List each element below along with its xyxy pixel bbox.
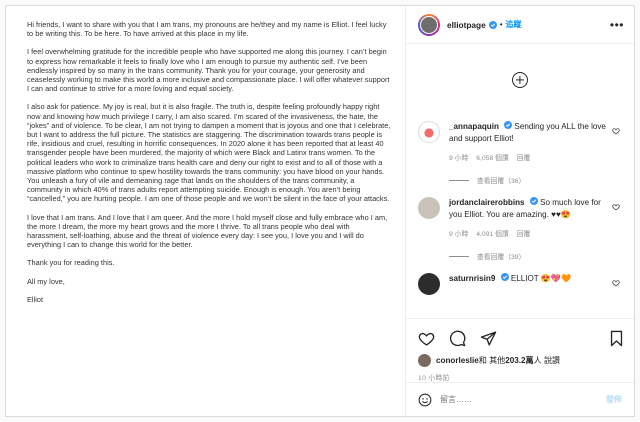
heart-icon[interactable]	[612, 279, 620, 287]
plus-circle-icon[interactable]	[512, 72, 528, 88]
verified-badge-icon	[500, 273, 509, 281]
likes-count[interactable]: 203.2萬	[505, 355, 533, 366]
post-header: elliotpage • 追蹤 •••	[406, 6, 634, 44]
emoji-icon[interactable]	[418, 393, 432, 407]
replies-divider	[449, 255, 469, 257]
comment-username[interactable]: jordanclairerobbins	[449, 198, 525, 207]
comment-time[interactable]: 9 小時	[449, 228, 468, 238]
view-replies-button[interactable]: 查看回覆（39）	[449, 251, 614, 261]
letter-paragraph: I feel overwhelming gratitude for the in…	[27, 47, 390, 94]
comment-text: jordanclairerobbins So much love for you…	[449, 197, 614, 220]
post-modal: Hi friends, I want to share with you tha…	[5, 5, 635, 417]
comment-text: _annapaquin Sending you ALL the love and…	[449, 121, 614, 144]
verified-badge-icon	[488, 20, 497, 29]
comment-input[interactable]	[440, 395, 606, 404]
letter-paragraph: All my love,	[27, 276, 65, 286]
post-comment-button[interactable]: 發佈	[606, 394, 622, 405]
letter-paragraph: Hi friends, I want to share with you tha…	[27, 20, 387, 39]
view-replies-label: 查看回覆（39）	[477, 254, 526, 261]
follow-button[interactable]: 追蹤	[506, 19, 522, 30]
more-options-icon[interactable]: •••	[610, 18, 624, 32]
comment-body: ELLIOT 😍💖🧡	[510, 274, 572, 283]
comment-bubble-icon[interactable]	[449, 330, 466, 347]
post-actions: conorleslie 和 其他 203.2萬 人 說讚 10 小時前	[406, 318, 634, 382]
commenter-avatar[interactable]	[418, 121, 440, 143]
comment-item: _annapaquin Sending you ALL the love and…	[418, 121, 622, 185]
comment-item: saturnrisin9 ELLIOT 😍💖🧡	[418, 273, 622, 295]
comment-likes[interactable]: 6,058 個讚	[476, 152, 509, 162]
commenter-avatar[interactable]	[418, 273, 440, 295]
author-avatar[interactable]	[418, 13, 440, 36]
post-image-letter: Hi friends, I want to share with you tha…	[6, 6, 406, 416]
post-side-panel: elliotpage • 追蹤 ••• _annapaquin Sending …	[406, 6, 634, 416]
action-icons-row	[418, 327, 624, 349]
comment-composer: 發佈	[406, 382, 634, 416]
liker-username[interactable]: conorleslie	[436, 356, 479, 365]
load-more-comments[interactable]	[418, 45, 622, 121]
comments-list[interactable]: _annapaquin Sending you ALL the love and…	[406, 45, 634, 318]
like-heart-icon[interactable]	[418, 330, 435, 347]
view-replies-button[interactable]: 查看回覆（36）	[449, 175, 614, 185]
letter-paragraph: I also ask for patience. My joy is real,…	[27, 102, 391, 204]
comment-meta: 9 小時 6,058 個讚 回覆	[449, 152, 614, 162]
reply-button[interactable]: 回覆	[517, 228, 531, 238]
letter-signature: Elliot	[27, 294, 44, 304]
author-username[interactable]: elliotpage	[447, 20, 486, 30]
verified-badge-icon	[504, 121, 513, 129]
letter-paragraph: Thank you for reading this.	[27, 258, 115, 268]
reply-button[interactable]: 回覆	[517, 152, 531, 162]
likes-middle-text: 和 其他	[478, 356, 506, 365]
page-background: Hi friends, I want to share with you tha…	[0, 0, 640, 422]
letter-paragraph: I love that I am trans. And I love that …	[27, 212, 388, 250]
share-send-icon[interactable]	[480, 330, 497, 347]
view-replies-label: 查看回覆（36）	[477, 178, 526, 185]
liker-avatar[interactable]	[418, 354, 431, 367]
heart-icon[interactable]	[612, 203, 620, 211]
comment-username[interactable]: _annapaquin	[449, 122, 499, 131]
verified-badge-icon	[529, 197, 538, 205]
post-timestamp[interactable]: 10 小時前	[418, 372, 624, 382]
comment-item: jordanclairerobbins So much love for you…	[418, 197, 622, 261]
replies-divider	[449, 179, 469, 181]
likes-summary: conorleslie 和 其他 203.2萬 人 說讚	[418, 354, 624, 367]
comment-username[interactable]: saturnrisin9	[449, 274, 495, 283]
likes-suffix: 人 說讚	[533, 356, 561, 365]
header-separator: •	[499, 20, 503, 29]
comment-likes[interactable]: 4,091 個讚	[476, 228, 509, 238]
comment-time[interactable]: 9 小時	[449, 152, 468, 162]
heart-icon[interactable]	[612, 127, 620, 135]
comment-text: saturnrisin9 ELLIOT 😍💖🧡	[449, 273, 614, 285]
commenter-avatar[interactable]	[418, 197, 440, 219]
comment-meta: 9 小時 4,091 個讚 回覆	[449, 228, 614, 238]
bookmark-icon[interactable]	[609, 330, 624, 347]
